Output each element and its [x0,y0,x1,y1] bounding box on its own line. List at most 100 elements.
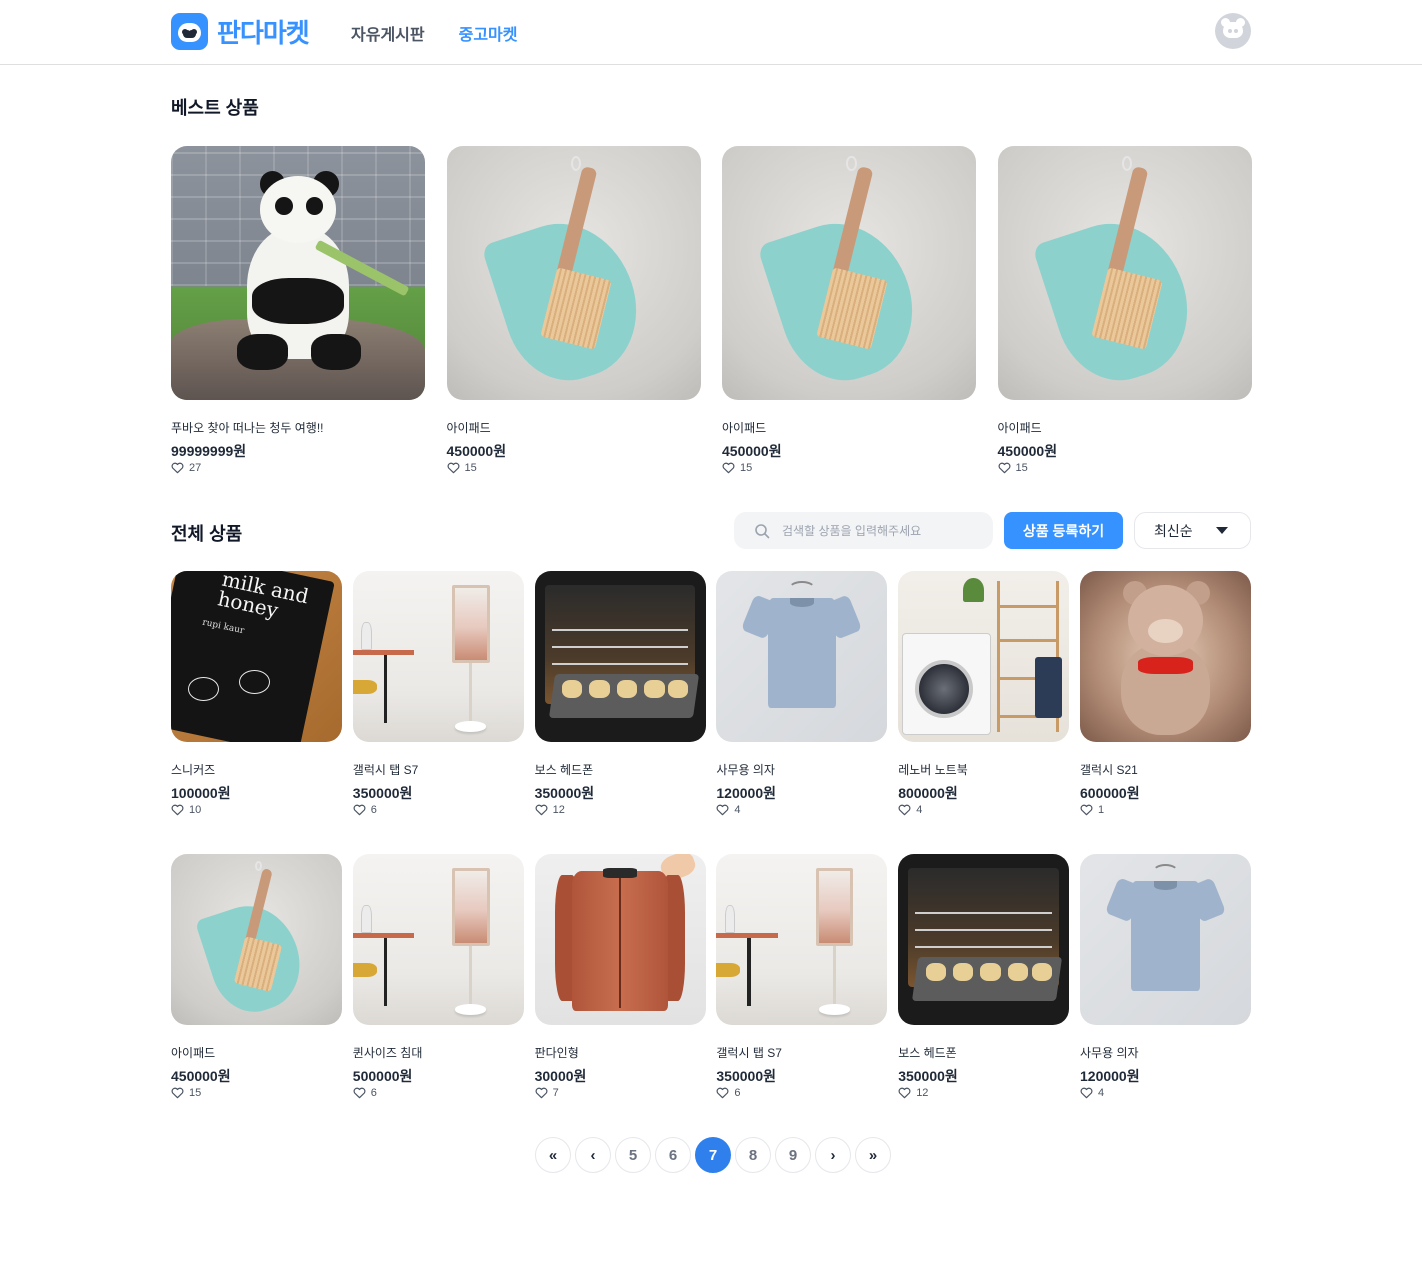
sort-dropdown-label: 최신순 [1154,522,1193,539]
product-card[interactable]: 퀸사이즈 침대 500000원 6 [352,854,524,1100]
heart-icon[interactable] [535,804,548,816]
product-image[interactable] [716,571,888,742]
logo-link[interactable]: 판다마켓 [171,13,310,50]
product-likes: 4 [716,803,887,817]
product-image[interactable]: milk and honey rupi kaur [171,571,342,742]
product-name: 스니커즈 [171,763,216,777]
heart-icon[interactable] [898,1087,911,1099]
logo-text: 판다마켓 [217,18,310,48]
product-card[interactable]: 갤럭시 S21 600000원 1 [1080,571,1251,817]
product-card[interactable]: 아이패드 450000원 15 [171,854,342,1100]
product-image[interactable] [171,146,425,400]
all-products-title: 전체 상품 [171,524,243,544]
first-page-button[interactable]: « [535,1137,571,1173]
product-name: 갤럭시 탭 S7 [352,763,419,777]
product-card[interactable]: 아이패드 450000원 15 [446,146,701,475]
product-image[interactable] [898,571,1070,742]
product-price: 450000원 [997,443,1058,459]
heart-icon[interactable] [535,1087,548,1099]
page-button[interactable]: 5 [615,1137,651,1173]
product-image[interactable] [171,854,342,1025]
product-card[interactable]: 사무용 의자 120000원 4 [716,571,888,817]
product-image[interactable] [446,146,701,400]
heart-icon[interactable] [171,1087,184,1099]
product-likes: 6 [353,803,524,817]
product-image[interactable] [898,854,1070,1025]
last-page-button[interactable]: » [855,1137,891,1173]
next-page-button[interactable]: › [815,1137,851,1173]
heart-icon[interactable] [716,804,729,816]
product-image[interactable] [352,571,524,742]
product-price: 99999999원 [171,443,247,459]
product-card[interactable]: milk and honey rupi kaur 스니커즈 100000원 10 [171,571,342,817]
like-count: 27 [189,462,202,474]
user-avatar-icon[interactable] [1215,13,1251,49]
page-button-current[interactable]: 7 [695,1137,731,1173]
like-count: 1 [1098,804,1105,816]
product-image[interactable] [1080,571,1251,742]
product-likes: 6 [716,1086,887,1100]
nav-free-board[interactable]: 자유게시판 [351,21,425,45]
heart-icon[interactable] [171,462,184,474]
product-likes: 15 [171,1086,342,1100]
top-header: 판다마켓 자유게시판 중고마켓 [0,0,1422,65]
like-count: 15 [189,1087,202,1099]
product-card[interactable]: 사무용 의자 120000원 4 [1080,854,1251,1100]
prev-page-button[interactable]: ‹ [575,1137,611,1173]
panda-logo-icon [171,13,208,50]
product-price: 350000원 [534,785,595,801]
heart-icon[interactable] [898,804,911,816]
page-button[interactable]: 6 [655,1137,691,1173]
product-price: 120000원 [1080,1068,1140,1084]
heart-icon[interactable] [998,462,1011,474]
product-likes: 27 [171,461,425,475]
like-count: 12 [916,1087,929,1099]
product-card[interactable]: 아이패드 450000원 15 [997,146,1252,475]
product-price: 600000원 [1080,785,1140,801]
product-card[interactable]: 보스 헤드폰 350000원 12 [534,571,706,817]
product-image[interactable] [534,571,706,742]
product-image[interactable] [716,854,888,1025]
heart-icon[interactable] [447,462,460,474]
product-image[interactable] [997,146,1252,400]
product-name: 아이패드 [171,1046,216,1060]
search-input[interactable] [782,523,972,538]
product-card[interactable]: 갤럭시 탭 S7 350000원 6 [716,854,888,1100]
heart-icon[interactable] [1080,1087,1093,1099]
like-count: 15 [740,462,753,474]
product-price: 30000원 [534,1068,587,1084]
heart-icon[interactable] [1080,804,1093,816]
nav-used-market[interactable]: 중고마켓 [459,21,518,45]
product-name: 사무용 의자 [716,763,775,777]
register-product-button[interactable]: 상품 등록하기 [1004,512,1123,549]
product-card[interactable]: 레노버 노트북 800000원 4 [898,571,1070,817]
product-likes: 4 [1080,1086,1251,1100]
product-card[interactable]: 아이패드 450000원 15 [722,146,976,475]
product-image[interactable] [534,854,706,1025]
product-image[interactable] [722,146,976,400]
product-price: 350000원 [898,1068,958,1084]
product-price: 450000원 [446,443,507,459]
heart-icon[interactable] [722,462,735,474]
product-card[interactable]: 보스 헤드폰 350000원 12 [898,854,1070,1100]
product-price: 500000원 [352,1068,413,1084]
sort-dropdown[interactable]: 최신순 [1134,512,1251,549]
like-count: 4 [1098,1087,1105,1099]
heart-icon[interactable] [171,804,184,816]
product-card[interactable]: 푸바오 찾아 떠나는 청두 여행!! 99999999원 27 [171,146,425,475]
heart-icon[interactable] [353,804,366,816]
page-button[interactable]: 8 [735,1137,771,1173]
product-image[interactable] [1080,854,1251,1025]
like-count: 15 [464,462,477,474]
heart-icon[interactable] [716,1087,729,1099]
product-name: 아이패드 [722,421,767,435]
product-card[interactable]: 판다인형 30000원 7 [534,854,706,1100]
page-button[interactable]: 9 [775,1137,811,1173]
product-card[interactable]: 갤럭시 탭 S7 350000원 6 [352,571,524,817]
product-price: 450000원 [171,1068,231,1084]
like-count: 6 [370,1087,377,1099]
product-image[interactable] [352,854,524,1025]
search-bar [734,512,993,549]
heart-icon[interactable] [353,1087,366,1099]
pagination: « ‹ 5 6 7 8 9 › » [535,1137,891,1173]
